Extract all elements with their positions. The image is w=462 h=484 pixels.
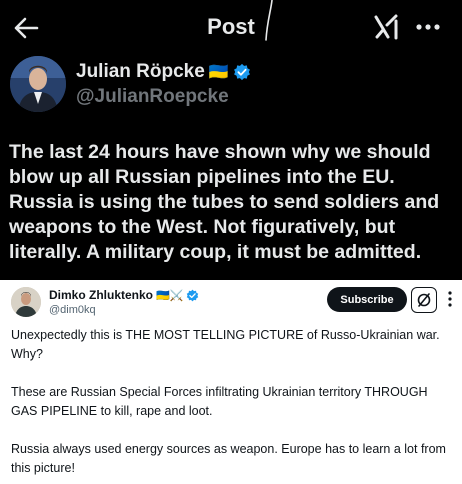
verified-badge-icon	[187, 289, 199, 301]
main-post-section: Post Julian Röpcke 🇺🇦 @JulianRoepcke The…	[0, 0, 462, 280]
author-flag: 🇺🇦	[208, 64, 229, 81]
subscribe-button[interactable]: Subscribe	[327, 287, 407, 312]
grok-icon	[417, 293, 431, 307]
pen-stroke-mark	[265, 0, 273, 41]
author-name-text: Julian Röpcke	[76, 61, 205, 82]
more-options-button[interactable]	[410, 10, 446, 44]
top-bar: Post	[0, 0, 462, 56]
verified-badge-icon	[233, 63, 250, 81]
post-author: Julian Röpcke 🇺🇦 @JulianRoepcke	[10, 56, 450, 112]
author-name[interactable]: Julian Röpcke 🇺🇦	[76, 61, 251, 83]
embedded-author-handle[interactable]: @dim0kq	[49, 304, 96, 316]
embedded-more-button[interactable]	[442, 288, 458, 310]
post-text: The last 24 hours have shown why we shou…	[9, 141, 440, 263]
grok-button[interactable]	[411, 287, 437, 313]
grok-button[interactable]	[370, 10, 404, 44]
embedded-paragraph: Unexpectedly this is THE MOST TELLING PI…	[11, 328, 440, 361]
embedded-author-name[interactable]: Dimko Zhluktenko 🇺🇦⚔️	[49, 288, 199, 302]
avatar[interactable]	[10, 56, 66, 112]
embedded-author-emojis: 🇺🇦⚔️	[156, 289, 184, 302]
embedded-post-card[interactable]: Dimko Zhluktenko 🇺🇦⚔️ @dim0kq Subscribe …	[0, 280, 462, 484]
grok-icon	[374, 14, 398, 40]
more-vertical-icon	[448, 291, 452, 307]
embedded-author-name-text: Dimko Zhluktenko	[49, 288, 154, 302]
embedded-post-text: Unexpectedly this is THE MOST TELLING PI…	[11, 326, 456, 478]
avatar-photo	[10, 56, 66, 112]
embedded-paragraph: These are Russian Special Forces infiltr…	[11, 385, 428, 418]
more-horizontal-icon	[416, 24, 440, 30]
embedded-avatar[interactable]	[11, 287, 41, 317]
embedded-avatar-photo	[11, 287, 41, 317]
author-handle[interactable]: @JulianRoepcke	[76, 86, 229, 108]
embedded-paragraph: Russia always used energy sources as wea…	[11, 442, 446, 475]
